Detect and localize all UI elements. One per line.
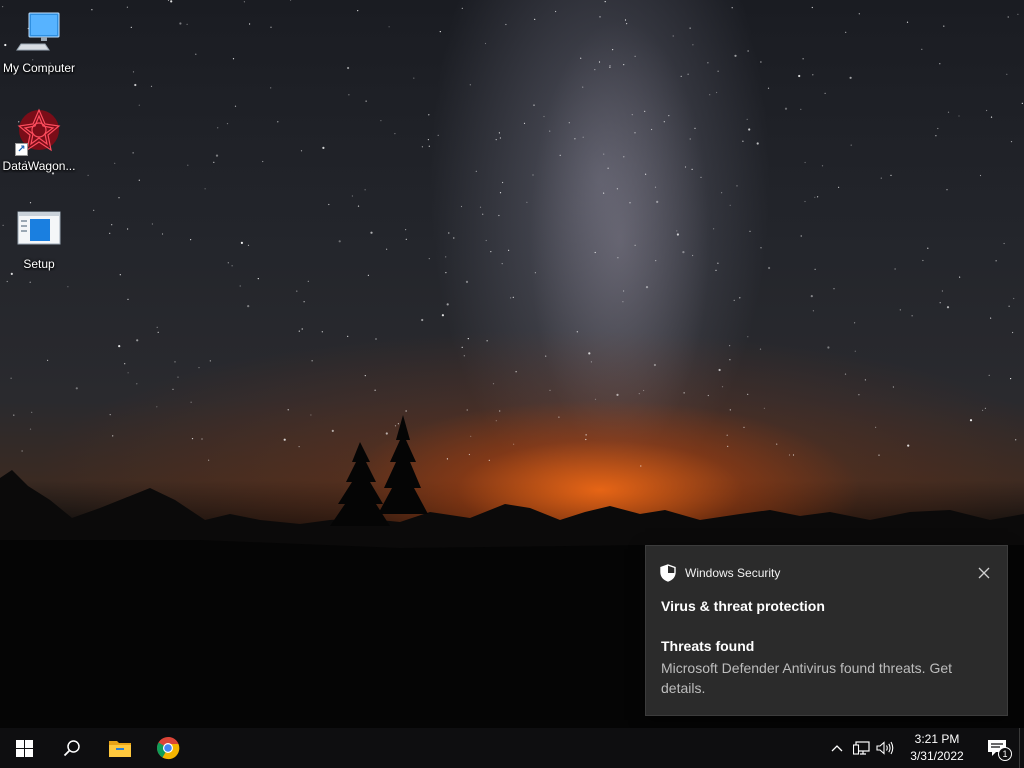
action-center-button[interactable]: 1 [977, 728, 1017, 768]
clock[interactable]: 3:21 PM 3/31/2022 [901, 728, 973, 768]
network-button[interactable] [849, 728, 873, 768]
toast-body: Microsoft Defender Antivirus found threa… [661, 660, 953, 696]
chrome-icon [157, 736, 180, 760]
toast-close-button[interactable] [973, 562, 995, 584]
show-desktop-button[interactable] [1019, 728, 1024, 768]
computer-icon [15, 10, 63, 58]
security-toast-notification[interactable]: Windows Security Virus & threat protecti… [645, 545, 1008, 716]
windows-logo-icon [15, 739, 33, 757]
folder-icon [109, 741, 131, 757]
search-button[interactable] [48, 728, 96, 768]
datawagon-shortcut-icon: ↗ [15, 108, 63, 156]
taskbar: 3:21 PM 3/31/2022 1 [0, 728, 1024, 768]
setup-window-icon [15, 206, 63, 254]
file-explorer-button[interactable] [96, 728, 144, 768]
toast-title: Virus & threat protection [661, 598, 825, 614]
clock-time: 3:21 PM [914, 732, 960, 746]
start-button[interactable] [0, 728, 48, 768]
toast-subtitle: Threats found [661, 638, 755, 654]
volume-icon [876, 741, 894, 755]
toast-header: Windows Security [660, 564, 993, 582]
desktop-icon-my-computer[interactable]: My Computer [0, 10, 78, 75]
close-icon [978, 567, 990, 579]
show-hidden-icons-button[interactable] [825, 728, 849, 768]
toast-app-name: Windows Security [685, 566, 781, 580]
shield-icon [660, 564, 676, 582]
network-icon [852, 741, 870, 755]
desktop-icon-datawagon[interactable]: ↗ DataWagon... [0, 108, 78, 173]
chevron-up-icon [831, 745, 843, 752]
desktop-icon-setup[interactable]: Setup [0, 206, 78, 271]
chrome-button[interactable] [144, 728, 192, 768]
clock-date: 3/31/2022 [910, 749, 964, 763]
notification-count-badge: 1 [998, 747, 1012, 761]
volume-button[interactable] [873, 728, 897, 768]
system-tray: 3:21 PM 3/31/2022 1 [825, 728, 1024, 768]
search-icon [63, 740, 80, 757]
shortcut-arrow-icon: ↗ [15, 143, 28, 156]
